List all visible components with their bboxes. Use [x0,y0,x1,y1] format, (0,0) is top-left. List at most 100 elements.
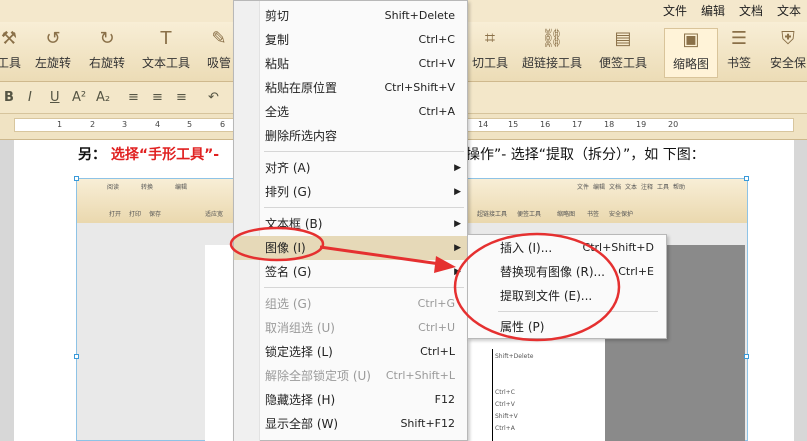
note-tool-button[interactable]: ▤ 便签工具 [596,28,650,78]
menu-item-copy[interactable]: 复制 Ctrl+C [234,28,467,52]
align-center-button[interactable]: ≡ [152,90,163,105]
menu-item-paste-in-place[interactable]: 粘贴在原位置 Ctrl+Shift+V [234,76,467,100]
menu-document[interactable]: 文档 [739,2,763,19]
context-menu: 剪切 Shift+Delete 复制 Ctrl+C 粘贴 Ctrl+V 粘贴在原位置 C… [233,0,468,441]
subscript-button[interactable]: A₂ [96,90,110,105]
resize-handle[interactable] [74,176,79,181]
menu-item-lock-selection[interactable]: 锁定选择 (L) Ctrl+L [234,340,467,364]
submenu-arrow-icon: ▶ [454,243,461,253]
menu-shortcut: Ctrl+U [418,321,455,334]
rotate-left-icon: ↺ [45,28,61,49]
menu-label: 全选 [265,105,290,119]
bookmark-button[interactable]: ☰ 书签 [724,28,754,78]
menu-shortcut: Shift+Delete [384,9,455,22]
thumbnail-icon: ▣ [682,29,700,50]
crop-icon: ⌗ [484,28,496,49]
resize-handle[interactable] [744,176,749,181]
menu-shortcut: Ctrl+G [417,297,455,310]
menu-label: 显示全部 (W) [265,417,339,431]
submenu-arrow-icon: ▶ [454,267,461,277]
menu-label: 解除全部锁定项 (U) [265,369,371,383]
menu-item-arrange[interactable]: 排列 (G) ▶ [234,180,467,204]
security-label: 安全保 [769,56,806,70]
menu-item-paste[interactable]: 粘贴 Ctrl+V [234,52,467,76]
bookmark-icon: ☰ [730,28,748,49]
submenu-item-extract-to-file[interactable]: 提取到文件 (E)... [468,284,666,308]
underline-button[interactable]: U [50,90,60,105]
tool-icon: ⚒ [0,28,18,49]
align-right-button[interactable]: ≡ [176,90,187,105]
menu-item-textbox[interactable]: 文本框 (B) ▶ [234,212,467,236]
menu-shortcut: Ctrl+C [418,33,455,46]
menu-shortcut: Ctrl+L [420,345,455,358]
eyedropper-icon: ✎ [211,28,227,49]
ruler-number: 18 [604,120,615,129]
embedded-tool: 缩略图 [557,211,576,218]
menu-shortcut: Ctrl+A [418,105,455,118]
menu-item-show-all[interactable]: 显示全部 (W) Shift+F12 [234,412,467,436]
submenu-arrow-icon: ▶ [454,219,461,229]
embedded-menu: 文本 [625,184,638,191]
menu-item-hide-selection[interactable]: 隐藏选择 (H) F12 [234,388,467,412]
ruler-number: 19 [636,120,647,129]
menu-shortcut: Ctrl+Shift+L [385,369,455,382]
menu-item-ungroup[interactable]: 取消组选 (U) Ctrl+U [234,316,467,340]
menu-item-image[interactable]: 图像 (I) ▶ [234,236,467,260]
menu-item-signature[interactable]: 签名 (G) ▶ [234,260,467,284]
embedded-shortcut: Shift+Delete [495,353,534,360]
embedded-menu: 文档 [609,184,622,191]
embedded-menu: 注释 [641,184,654,191]
tool-button[interactable]: ⚒ 工具 [0,28,22,78]
rotate-left-button[interactable]: ↺ 左旋转 [30,28,76,78]
menu-label: 签名 (G) [265,265,312,279]
hyperlink-tool-button[interactable]: ⛓ 超链接工具 [520,28,584,78]
undo-icon[interactable]: ↶ [208,90,219,105]
thumbnail-label: 缩略图 [672,57,709,71]
embedded-menu-fragment: Shift+Delete Ctrl+C Ctrl+V Shift+V Ctrl+… [492,349,602,441]
menu-item-cut[interactable]: 剪切 Shift+Delete [234,4,467,28]
embedded-tool: 便签工具 [517,211,542,218]
instruction-prefix: 另： [78,147,106,163]
menu-item-select-all[interactable]: 全选 Ctrl+A [234,100,467,124]
rotate-right-label: 右旋转 [88,56,125,70]
menu-item-delete-selection[interactable]: 删除所选内容 [234,124,467,148]
resize-handle[interactable] [744,354,749,359]
security-button[interactable]: ⛨ 安全保 [768,28,807,78]
ruler-number: 20 [668,120,679,129]
menu-file[interactable]: 文件 [663,2,687,19]
menu-items: 文件 编辑 文档 文本 [663,2,801,19]
rotate-right-icon: ↻ [99,28,115,49]
menu-edit[interactable]: 编辑 [701,2,725,19]
embedded-tool: 适应宽 [205,211,224,218]
menu-label: 剪切 [265,9,290,23]
resize-handle[interactable] [74,354,79,359]
menu-separator [264,151,464,152]
superscript-button[interactable]: A² [72,90,86,105]
menu-item-group[interactable]: 组选 (G) Ctrl+G [234,292,467,316]
menu-label: 组选 (G) [265,297,312,311]
menu-shortcut: Ctrl+Shift+V [384,81,455,94]
italic-button[interactable]: I [28,90,32,105]
note-tool-label: 便签工具 [598,56,647,70]
thumbnail-button[interactable]: ▣ 缩略图 [664,28,718,78]
crop-tool-label: 切工具 [472,56,509,70]
bold-button[interactable]: B [4,90,14,105]
submenu-item-insert[interactable]: 插入 (I)... Ctrl+Shift+D [468,236,666,260]
text-tool-button[interactable]: T 文本工具 [138,28,194,78]
menu-item-unlock-all[interactable]: 解除全部锁定项 (U) Ctrl+Shift+L [234,364,467,388]
ruler-number: 2 [90,120,96,129]
menu-text[interactable]: 文本 [777,2,801,19]
submenu-item-properties[interactable]: 属性 (P) [468,315,666,339]
menu-item-align[interactable]: 对齐 (A) ▶ [234,156,467,180]
ruler-number: 14 [478,120,489,129]
menu-label: 删除所选内容 [265,129,338,143]
rotate-right-button[interactable]: ↻ 右旋转 [84,28,130,78]
submenu-item-replace-image[interactable]: 替换现有图像 (R)... Ctrl+E [468,260,666,284]
submenu-shortcut: Ctrl+Shift+D [582,241,654,254]
crop-tool-button[interactable]: ⌗ 切工具 [472,28,508,78]
embedded-tab: 编辑 [175,184,188,191]
align-left-button[interactable]: ≡ [128,90,139,105]
eyedropper-button[interactable]: ✎ 吸管 [204,28,234,78]
note-icon: ▤ [614,28,632,49]
ruler-number: 4 [155,120,161,129]
